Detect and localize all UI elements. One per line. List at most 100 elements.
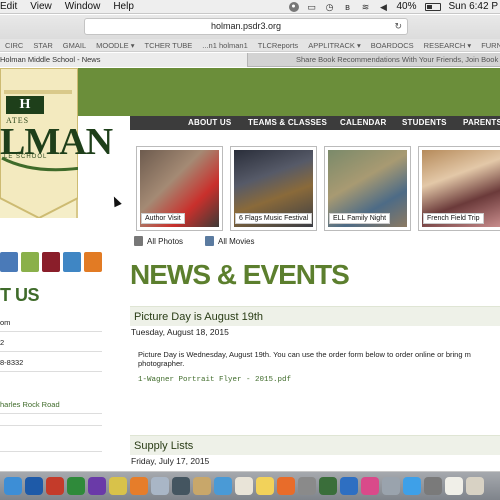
contact-email[interactable]: om [0, 318, 102, 332]
url-text[interactable]: holman.psdr3.org [211, 21, 281, 31]
imovie-icon[interactable] [88, 477, 106, 495]
gallery-thumb-six-flags[interactable]: 6 Flags Music Festival [230, 146, 317, 231]
volume-icon[interactable]: ◀ [379, 2, 389, 12]
photos-icon[interactable] [130, 477, 148, 495]
nav-about-us[interactable]: ABOUT US [188, 118, 231, 127]
bookmark-item[interactable]: CIRC [0, 39, 28, 51]
preferences-icon[interactable] [424, 477, 442, 495]
notes-icon[interactable] [109, 477, 127, 495]
bluetooth-icon[interactable]: ʙ [343, 2, 353, 12]
menu-bar: Edit View Window Help ● ▭ ◷ ʙ ≋ ◀ 40% Su… [0, 0, 500, 14]
bookmark-item[interactable]: RESEARCH ▾ [419, 39, 477, 51]
pages-icon[interactable] [256, 477, 274, 495]
article-date: Tuesday, August 18, 2015 [131, 327, 229, 337]
logo-subtitle: LE SCHOOL [4, 154, 48, 160]
thumb-caption: ELL Family Night [329, 213, 391, 224]
bookmark-item[interactable]: STAR [28, 39, 57, 51]
mouse-cursor [110, 194, 122, 208]
thumb-caption: French Field Trip [423, 213, 484, 224]
web-page: ABOUT US TEAMS & CLASSES CALENDAR STUDEN… [0, 68, 500, 471]
facebook-icon[interactable] [0, 252, 18, 272]
bookmark-item[interactable]: BOARDOCS [366, 39, 419, 51]
article-title[interactable]: Picture Day is August 19th [130, 306, 500, 326]
all-movies-link[interactable]: All Movies [205, 236, 254, 246]
safari-icon[interactable] [214, 477, 232, 495]
powerpoint-icon[interactable] [46, 477, 64, 495]
chrome-icon[interactable] [340, 477, 358, 495]
all-movies-label: All Movies [218, 236, 255, 246]
photo-icon [134, 236, 143, 246]
bookmark-item[interactable]: GMAIL [58, 39, 91, 51]
mail-icon[interactable] [63, 252, 81, 272]
gallery-thumb-ell-night[interactable]: ELL Family Night [324, 146, 411, 231]
bookmarks-bar: CIRC STAR GMAIL MOODLE ▾ TCHER TUBE ...n… [0, 39, 500, 52]
media-links: All Photos All Movies [134, 236, 254, 246]
clock[interactable]: Sun 6:42 P [449, 1, 498, 12]
vlc-icon[interactable] [277, 477, 295, 495]
itunes-icon[interactable] [361, 477, 379, 495]
document-icon[interactable] [21, 252, 39, 272]
excel-icon[interactable] [67, 477, 85, 495]
logo-flag: H [6, 96, 44, 114]
school-logo[interactable]: H ATES LMAN LE SCHOOL [0, 68, 113, 218]
bookmark-item[interactable]: ...n1 holman1 [197, 39, 252, 51]
menu-edit[interactable]: Edit [0, 1, 17, 12]
bookmark-item[interactable]: TLCReports [253, 39, 303, 51]
page-title: NEWS & EVENTS [130, 259, 350, 290]
tab-book-recommendations[interactable]: Share Book Recommendations With Your Fri… [296, 53, 500, 67]
article-title[interactable]: Supply Lists [130, 435, 500, 455]
contact-divider [0, 420, 102, 426]
bookmark-item[interactable]: APPLITRACK ▾ [303, 39, 366, 51]
app-icon[interactable] [193, 477, 211, 495]
tab-strip: Holman Middle School - News Share Book R… [0, 53, 500, 67]
battery-percent[interactable]: 40% [397, 1, 417, 12]
nav-students[interactable]: STUDENTS [402, 118, 447, 127]
contact-heading: T US [0, 285, 40, 305]
bookmark-item[interactable]: FURN [476, 39, 500, 51]
dock [0, 471, 500, 500]
gallery-thumb-french-trip[interactable]: French Field Trip [418, 146, 500, 231]
cloud-icon[interactable] [151, 477, 169, 495]
nav-calendar[interactable]: CALENDAR [340, 118, 387, 127]
all-photos-label: All Photos [147, 236, 184, 246]
menu-help[interactable]: Help [113, 1, 134, 12]
launchpad-icon[interactable] [382, 477, 400, 495]
reload-icon[interactable]: ↻ [394, 19, 402, 34]
main-nav: ABOUT US TEAMS & CLASSES CALENDAR STUDEN… [130, 116, 500, 130]
textedit-icon[interactable] [235, 477, 253, 495]
contact-address[interactable]: harles Rock Road [0, 400, 102, 414]
menu-window[interactable]: Window [65, 1, 101, 12]
address-bar[interactable]: holman.psdr3.org ↻ [84, 18, 408, 35]
nav-teams-classes[interactable]: TEAMS & CLASSES [248, 118, 327, 127]
article-date: Friday, July 17, 2015 [131, 456, 210, 466]
scanner-icon[interactable] [298, 477, 316, 495]
bookmark-item[interactable]: TCHER TUBE [140, 39, 198, 51]
all-photos-link[interactable]: All Photos [134, 236, 183, 246]
tab-label: Share Book Recommendations With Your Fri… [296, 55, 499, 64]
wifi-icon[interactable]: ≋ [361, 2, 371, 12]
timemachine-icon[interactable]: ◷ [325, 2, 335, 12]
word-icon[interactable] [25, 477, 43, 495]
book-icon[interactable] [42, 252, 60, 272]
downloads-icon[interactable] [466, 477, 484, 495]
contact-phone: 8-8332 [0, 358, 102, 372]
screen-icon[interactable]: ▭ [307, 2, 317, 12]
article-attachment-link[interactable]: 1-Wagner Portrait Flyer - 2015.pdf [138, 376, 291, 384]
article-body-line: photographer. [138, 359, 185, 368]
appstore-icon[interactable] [403, 477, 421, 495]
battery-icon[interactable] [424, 2, 441, 11]
menu-view[interactable]: View [30, 1, 52, 12]
finder-icon[interactable] [4, 477, 22, 495]
gallery-thumb-author-visit[interactable]: Author Visit [136, 146, 223, 231]
nav-parents[interactable]: PARENTS [463, 118, 500, 127]
document-icon[interactable] [445, 477, 463, 495]
thumb-caption: 6 Flags Music Festival [235, 213, 313, 224]
moodle-icon[interactable] [84, 252, 102, 272]
chess-icon[interactable] [319, 477, 337, 495]
contact-divider [0, 446, 102, 452]
thumb-caption: Author Visit [141, 213, 185, 224]
dropbox-icon[interactable]: ● [288, 1, 299, 12]
tab-holman-news[interactable]: Holman Middle School - News [0, 53, 248, 67]
bookmark-item[interactable]: MOODLE ▾ [91, 39, 139, 51]
keynote-icon[interactable] [172, 477, 190, 495]
